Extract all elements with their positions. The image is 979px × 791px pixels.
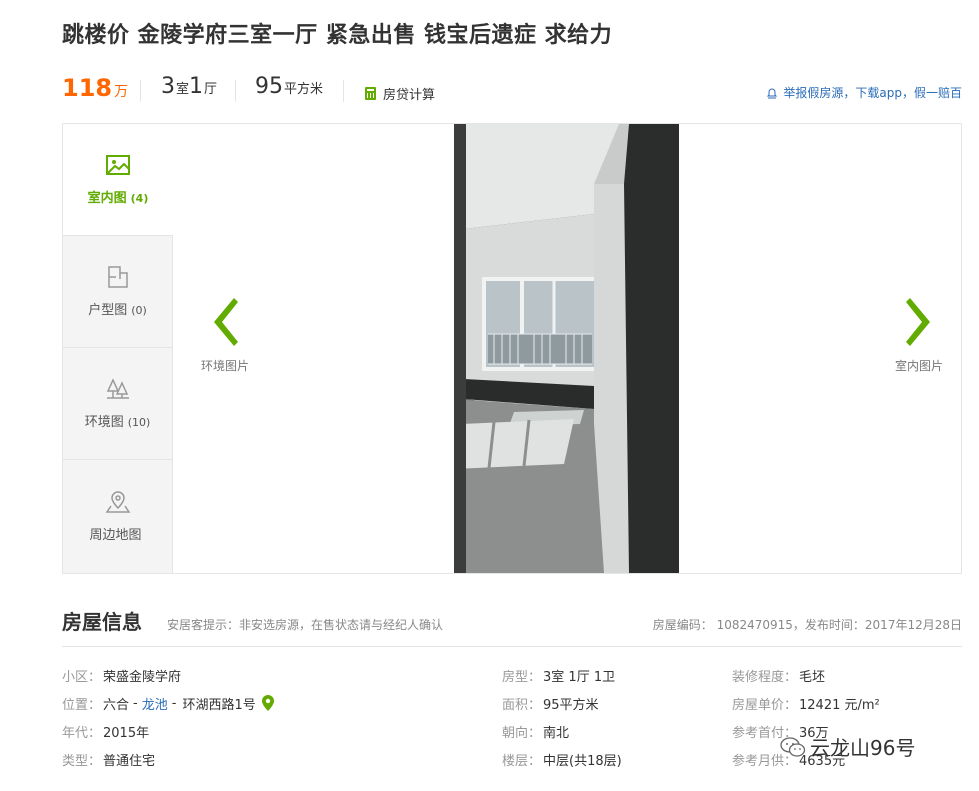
location-label: 位置： bbox=[62, 697, 102, 713]
tab-count: (4) bbox=[130, 192, 149, 205]
type-row: 类型： 普通住宅 bbox=[62, 749, 155, 769]
community-link[interactable]: 荣盛金陵学府 bbox=[103, 666, 181, 685]
tab-nearby-map[interactable]: 周边地图 bbox=[63, 460, 173, 573]
calc-label: 房贷计算 bbox=[383, 88, 436, 103]
year-value: 2015年 bbox=[103, 725, 150, 741]
decoration-row: 装修程度： 毛坯 bbox=[732, 665, 825, 685]
type-label: 类型： bbox=[62, 753, 102, 769]
tab-environment[interactable]: 环境图 (10) bbox=[63, 348, 173, 460]
unit-price-label: 房屋单价： bbox=[732, 697, 798, 713]
price-unit: 万 bbox=[114, 84, 129, 100]
map-pin-icon bbox=[105, 491, 130, 513]
community-row: 小区： 荣盛金陵学府 bbox=[62, 665, 181, 685]
mortgage-calculator-link[interactable]: 房贷计算 bbox=[365, 84, 435, 103]
tab-label: 环境图 bbox=[84, 415, 124, 430]
next-arrow-icon[interactable] bbox=[904, 296, 934, 348]
area-row: 面积： 95平方米 bbox=[502, 693, 599, 713]
area-num: 95 bbox=[255, 74, 283, 99]
layout-row: 房型： 3室 1厅 1卫 bbox=[502, 665, 615, 685]
room-layout: 3 室 1 厅 bbox=[161, 74, 217, 104]
tab-label: 室内图 bbox=[87, 191, 127, 206]
community-label: 小区： bbox=[62, 669, 102, 685]
floor-value: 中层(共18层) bbox=[543, 753, 622, 769]
location-row: 位置： 六合 - 龙池 - 环湖西路1号 bbox=[62, 693, 274, 713]
area-label: 面积： bbox=[502, 697, 542, 713]
area-unit: 平方米 bbox=[284, 82, 324, 97]
watermark-text: 云龙山96号 bbox=[810, 736, 916, 760]
room-unit: 室 bbox=[176, 82, 190, 97]
facing-value: 南北 bbox=[543, 725, 570, 741]
calculator-icon bbox=[365, 87, 376, 100]
next-label[interactable]: 室内图片 bbox=[895, 357, 943, 374]
floorplan-icon bbox=[107, 266, 128, 288]
price: 118 万 bbox=[62, 74, 128, 104]
hall-num: 1 bbox=[189, 74, 204, 99]
tab-count: (10) bbox=[127, 416, 151, 429]
listing-summary: 118 万 3 室 1 厅 95 平方米 房贷计算 举报假房源，下载app，假一… bbox=[62, 74, 962, 108]
room-num: 3 bbox=[161, 74, 175, 99]
layout-value: 3室 1厅 1卫 bbox=[543, 669, 616, 685]
tab-floorplan[interactable]: 户型图 (0) bbox=[63, 236, 173, 348]
tab-interior[interactable]: 室内图 (4) bbox=[63, 124, 173, 236]
type-value: 普通住宅 bbox=[103, 753, 156, 769]
district-link[interactable]: 六合 bbox=[103, 694, 129, 713]
prev-label[interactable]: 环境图片 bbox=[201, 357, 249, 374]
room-photo-image bbox=[454, 124, 679, 573]
tab-label: 周边地图 bbox=[89, 528, 142, 543]
tab-count: (0) bbox=[131, 304, 147, 317]
area-value: 95平方米 bbox=[543, 697, 599, 713]
picture-icon bbox=[106, 155, 130, 175]
road-text: 环湖西路1号 bbox=[182, 697, 256, 713]
section-divider bbox=[62, 646, 962, 647]
floor-row: 楼层： 中层(共18层) bbox=[502, 749, 622, 769]
facing-row: 朝向： 南北 bbox=[502, 721, 569, 741]
unit-price-row: 房屋单价： 12421 元/m² bbox=[732, 693, 880, 713]
layout-label: 房型： bbox=[502, 669, 542, 685]
photo-gallery: 室内图 (4) 户型图 (0) 环境图 (10) 周边地图 环境图片 室内图片 bbox=[62, 123, 962, 574]
unit-price-value: 12421 元/m² bbox=[799, 697, 880, 713]
separator: - bbox=[171, 695, 177, 711]
price-value: 118 bbox=[62, 74, 113, 102]
wechat-watermark: 云龙山96号 bbox=[780, 732, 915, 761]
interior-photo bbox=[454, 124, 679, 573]
info-tip: 安居客提示：非安选房源，在售状态请与经纪人确认 bbox=[167, 618, 444, 632]
divider bbox=[235, 80, 236, 102]
divider bbox=[343, 80, 344, 102]
prev-arrow-icon[interactable] bbox=[210, 296, 240, 348]
trees-icon bbox=[106, 378, 129, 399]
year-row: 年代： 2015年 bbox=[62, 721, 149, 741]
bell-icon bbox=[767, 88, 778, 98]
year-label: 年代： bbox=[62, 725, 102, 741]
report-text: 举报假房源，下载app，假一赔百 bbox=[783, 86, 962, 100]
location-pin-icon[interactable] bbox=[261, 695, 274, 711]
decoration-label: 装修程度： bbox=[732, 669, 798, 685]
hall-unit: 厅 bbox=[204, 82, 218, 97]
wechat-icon bbox=[780, 736, 806, 757]
divider bbox=[140, 80, 141, 102]
listing-title: 跳楼价 金陵学府三室一厅 紧急出售 钱宝后遗症 求给力 bbox=[62, 23, 613, 48]
report-link[interactable]: 举报假房源，下载app，假一赔百 bbox=[766, 84, 962, 101]
area-link[interactable]: 龙池 bbox=[142, 694, 168, 713]
facing-label: 朝向： bbox=[502, 725, 542, 741]
floor-label: 楼层： bbox=[502, 753, 542, 769]
listing-code: 房屋编码： 1082470915，发布时间：2017年12月28日 bbox=[652, 618, 962, 632]
area: 95 平方米 bbox=[255, 74, 323, 104]
tab-label: 户型图 bbox=[88, 303, 128, 318]
section-title: 房屋信息 bbox=[62, 610, 142, 634]
decoration-value: 毛坯 bbox=[799, 669, 826, 685]
separator: - bbox=[133, 695, 138, 711]
gallery-tabs: 室内图 (4) 户型图 (0) 环境图 (10) 周边地图 bbox=[63, 124, 173, 573]
